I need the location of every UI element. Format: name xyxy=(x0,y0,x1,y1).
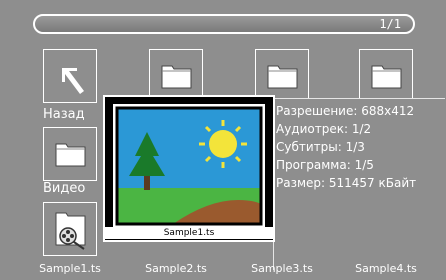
info-size: Размер: 511457 кБайт xyxy=(276,176,417,190)
preview-thumbnail xyxy=(113,104,265,228)
preview-popup: Sample1.ts xyxy=(103,95,275,242)
progress-bar: 1/1 xyxy=(33,14,415,34)
sample4-tile[interactable] xyxy=(359,49,413,103)
video-folder-tile[interactable] xyxy=(43,127,97,181)
landscape-image-icon xyxy=(113,104,265,228)
folder-icon xyxy=(371,65,402,89)
sample1-video-tile[interactable] xyxy=(43,202,97,256)
file-label-sample3: Sample3.ts xyxy=(251,262,313,275)
file-info-panel: Разрешение: 688x412 Аудиотрек: 1/2 Субти… xyxy=(273,98,445,270)
video-label: Видео xyxy=(43,181,86,196)
back-label: Назад xyxy=(43,107,85,122)
back-tile[interactable] xyxy=(43,49,97,103)
preview-caption: Sample1.ts xyxy=(105,227,273,239)
video-file-icon xyxy=(55,212,86,250)
file-label-sample1: Sample1.ts xyxy=(39,262,101,275)
file-label-sample4: Sample4.ts xyxy=(355,262,417,275)
info-audio-track: Аудиотрек: 1/2 xyxy=(276,122,372,136)
page-counter: 1/1 xyxy=(379,17,401,31)
info-resolution: Разрешение: 688x412 xyxy=(276,104,415,118)
info-subtitles: Субтитры: 1/3 xyxy=(276,140,365,154)
back-arrow-icon xyxy=(62,68,84,94)
folder-icon xyxy=(55,143,86,167)
file-label-sample2: Sample2.ts xyxy=(145,262,207,275)
info-program: Программа: 1/5 xyxy=(276,158,374,172)
